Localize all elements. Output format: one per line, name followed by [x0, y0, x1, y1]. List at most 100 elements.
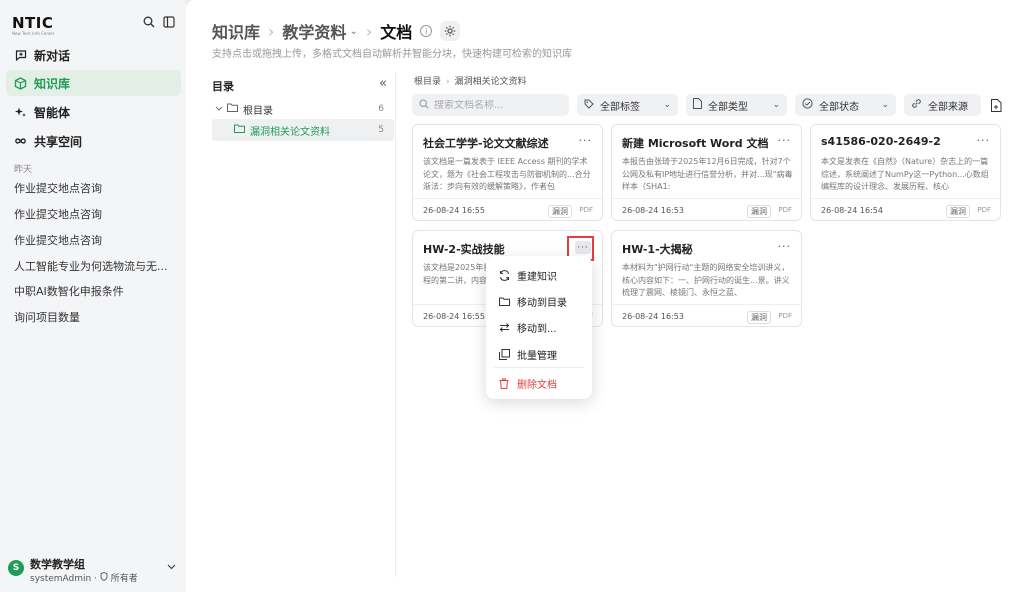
search-box[interactable]: [412, 94, 569, 116]
breadcrumb-knowledge-base[interactable]: 知识库: [212, 19, 260, 43]
nav-label: 智能体: [34, 105, 71, 120]
menu-item-move-to[interactable]: 移动到...: [498, 319, 557, 335]
document-date: 26-08-24 16:53: [622, 312, 684, 321]
sparkle-icon: [14, 106, 27, 119]
nav-label: 新对话: [34, 48, 71, 63]
menu-item-move-to-folder[interactable]: 移动到目录: [498, 293, 567, 309]
document-title: 新建 Microsoft Word 文档: [622, 137, 769, 150]
breadcrumb-separator: ›: [268, 21, 275, 41]
menu-item-label: 批量管理: [517, 350, 557, 362]
path-current: 漏洞相关论文资料: [454, 77, 527, 87]
menu-item-batch[interactable]: 批量管理: [498, 346, 557, 362]
nav-knowledge-base[interactable]: 知识库: [6, 70, 181, 96]
document-tag: 漏洞: [747, 205, 771, 218]
card-divider: [413, 198, 602, 199]
nav-shared-space[interactable]: 共享空间: [6, 128, 181, 154]
more-icon[interactable]: ···: [977, 134, 991, 147]
path-breadcrumb: 根目录 › 漏洞相关论文资料: [414, 74, 527, 87]
menu-item-label: 删除文档: [517, 379, 557, 391]
more-icon[interactable]: ···: [778, 134, 792, 147]
history-item[interactable]: 询问项目数量: [14, 309, 80, 325]
card-divider: [612, 304, 801, 305]
document-description: 本材料为"护网行动"主题的网络安全培训讲义，核心内容如下：一、护网行动的诞生..…: [622, 263, 790, 297]
search-icon[interactable]: [142, 15, 156, 29]
more-icon[interactable]: ···: [778, 240, 792, 253]
chevron-down-icon[interactable]: [215, 104, 223, 115]
tree-item-count: 6: [378, 104, 384, 114]
settings-button[interactable]: [440, 21, 461, 41]
file-add-icon: [990, 98, 1001, 112]
menu-item-rebuild[interactable]: 重建知识: [498, 267, 557, 283]
chat-plus-icon: [14, 49, 27, 62]
filter-toolbar: 全部标签 ⌄ 全部类型 ⌄ 全部状态 ⌄ 全部: [412, 94, 1012, 116]
tree-item-count: 5: [378, 125, 384, 135]
path-root[interactable]: 根目录: [414, 77, 441, 87]
app-logo[interactable]: NTIC New Tech Info Center: [12, 14, 55, 36]
tree-item-root[interactable]: 根目录 6: [212, 98, 394, 120]
tag-filter-label: 全部标签: [600, 101, 640, 113]
link-icon: [911, 98, 922, 112]
status-filter-label: 全部状态: [819, 101, 859, 113]
page-title: 文档: [380, 23, 413, 42]
document-card[interactable]: 新建 Microsoft Word 文档 ··· 本报告由张琦于2025年12月…: [611, 124, 802, 221]
menu-item-delete[interactable]: 删除文档: [498, 375, 557, 391]
nav-agents[interactable]: 智能体: [6, 99, 181, 125]
chevron-down-icon[interactable]: [167, 562, 176, 573]
chevron-down-icon: ⌄: [663, 100, 671, 110]
tree-item-label: 漏洞相关论文资料: [250, 126, 330, 138]
document-card[interactable]: s41586-020-2649-2 ··· 本文是发表在《自然》（Nature）…: [810, 124, 1001, 221]
chevron-down-icon[interactable]: ⌄: [349, 26, 357, 37]
user-profile[interactable]: S 数学教学组 systemAdmin · 所有者: [8, 556, 180, 586]
nav-new-chat[interactable]: 新对话: [6, 42, 181, 68]
upload-file-button[interactable]: [988, 96, 1004, 114]
directory-tree: 目录 « 根目录 6 漏洞相关论文资料 5: [212, 72, 396, 577]
avatar: S: [8, 560, 24, 576]
document-card[interactable]: HW-1-大揭秘 ··· 本材料为"护网行动"主题的网络安全培训讲义，核心内容如…: [611, 230, 802, 327]
document-description: 本报告由张琦于2025年12月6日完成，针对7个公网及私有IP地址进行信誉分析，…: [622, 157, 793, 191]
document-date: 26-08-24 16:55: [423, 312, 485, 321]
nav-label: 共享空间: [34, 134, 83, 149]
chevron-down-icon: ⌄: [772, 100, 780, 110]
chevron-down-icon: ⌄: [881, 100, 889, 110]
history-item[interactable]: 作业提交地点咨询: [14, 232, 102, 248]
history-item[interactable]: 作业提交地点咨询: [14, 180, 102, 196]
tree-item-selected[interactable]: 漏洞相关论文资料 5: [212, 119, 394, 141]
user-account: systemAdmin: [30, 574, 92, 584]
page-breadcrumb: 知识库 › 教学资料 ⌄ › 文档 i: [212, 19, 461, 43]
main-panel: 知识库 › 教学资料 ⌄ › 文档 i 支持点击或拖拽上传，多格式文档自动解析并…: [186, 0, 1024, 592]
status-filter[interactable]: 全部状态 ⌄: [795, 94, 896, 116]
history-item[interactable]: 作业提交地点咨询: [14, 206, 102, 222]
document-type: PDF: [778, 312, 792, 320]
document-card[interactable]: 社会工学学-论文文献综述 ··· 该文档是一篇发表于 IEEE Access 期…: [412, 124, 603, 221]
refresh-icon: [498, 269, 510, 281]
context-menu: 重建知识 移动到目录 移动到... 批量管理 删除文档: [486, 256, 592, 399]
type-filter[interactable]: 全部类型 ⌄: [686, 94, 787, 116]
collapse-icon[interactable]: «: [379, 76, 387, 91]
sidebar: NTIC New Tech Info Center 新对话 知识库 智能体 共享…: [0, 0, 186, 592]
document-tag: 漏洞: [946, 205, 970, 218]
document-tag: 漏洞: [747, 311, 771, 324]
tag-icon: [584, 99, 594, 112]
folder-icon: [498, 295, 510, 307]
sidebar-toggle-icon[interactable]: [162, 15, 176, 29]
menu-item-label: 移动到...: [517, 323, 557, 335]
history-item[interactable]: 中职AI数智化申报条件: [14, 283, 124, 299]
sidebar-top-icons: [142, 15, 176, 29]
document-description: 该文档是一篇发表于 IEEE Access 期刊的学术论文，题为《社会工程攻击与…: [423, 157, 591, 191]
user-role-label: 所有者: [110, 574, 138, 584]
breadcrumb-teaching-materials[interactable]: 教学资料: [282, 19, 346, 43]
history-section-label: 昨天: [14, 165, 33, 175]
source-filter[interactable]: 全部来源: [904, 94, 981, 116]
user-name: 数学教学组: [30, 558, 85, 571]
file-icon: [693, 98, 702, 112]
document-date: 26-08-24 16:53: [622, 206, 684, 215]
info-icon[interactable]: i: [420, 25, 433, 37]
tag-filter[interactable]: 全部标签 ⌄: [577, 94, 678, 116]
menu-item-label: 移动到目录: [517, 297, 567, 309]
search-input[interactable]: [434, 99, 554, 111]
search-icon: [419, 98, 429, 112]
user-role: systemAdmin · 所有者: [30, 572, 138, 584]
history-item[interactable]: 人工智能专业为何选物流与无...: [14, 258, 168, 274]
swap-icon: [498, 321, 510, 333]
more-icon[interactable]: ···: [579, 134, 593, 147]
